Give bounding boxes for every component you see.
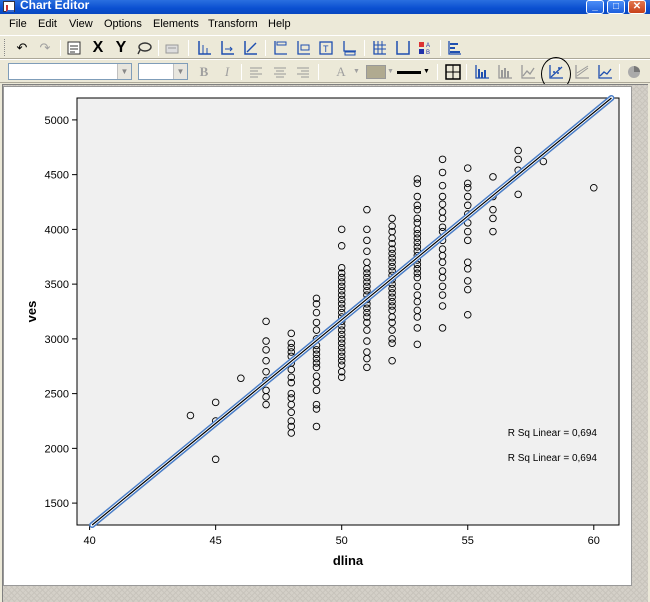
toolbar-separator <box>241 64 242 80</box>
scatter-chart[interactable]: 1500 2000 2500 3000 3500 4000 4500 5000 40 45 50 55… <box>4 87 633 587</box>
properties-icon[interactable] <box>64 39 84 57</box>
x-tick-label: 45 <box>210 535 222 547</box>
add-fit-line-subgroups-icon[interactable] <box>572 63 592 81</box>
chart-app-icon <box>3 1 15 12</box>
y-tick-label: 3500 <box>45 279 69 291</box>
chevron-down-icon[interactable]: ▼ <box>353 68 360 75</box>
histogram-icon[interactable] <box>495 63 515 81</box>
toolbar-separator <box>188 40 189 56</box>
x-axis-label: dlina <box>333 553 364 568</box>
add-annotation-icon[interactable] <box>293 39 313 57</box>
lasso-select-icon[interactable] <box>134 39 154 57</box>
svg-text:B: B <box>426 50 430 56</box>
chevron-down-icon[interactable]: ▼ <box>387 68 394 75</box>
line-chart-icon[interactable] <box>518 63 538 81</box>
y-tick-label: 2500 <box>45 389 69 401</box>
r-squared-annotation: R Sq Linear = 0,694 <box>508 428 598 439</box>
category-axis-icon[interactable] <box>217 39 237 57</box>
add-interpolation-line-icon[interactable] <box>595 63 615 81</box>
x-axis-button[interactable]: X <box>88 39 108 57</box>
close-button[interactable]: ✕ <box>628 0 646 14</box>
data-id-icon[interactable] <box>162 39 182 57</box>
menu-view[interactable]: View <box>69 18 93 30</box>
y-tick-label: 4000 <box>45 224 69 236</box>
italic-button[interactable]: I <box>217 63 237 81</box>
gridlines-icon[interactable] <box>369 39 389 57</box>
add-title-icon[interactable] <box>270 39 290 57</box>
pie-explode-icon[interactable] <box>624 63 644 81</box>
toolbar-separator <box>364 40 365 56</box>
toolbar-separator <box>318 64 319 80</box>
undo-icon[interactable]: ↶ <box>12 39 32 57</box>
align-right-icon[interactable] <box>293 63 313 81</box>
x-tick-label: 60 <box>588 535 600 547</box>
menu-edit[interactable]: Edit <box>38 18 57 30</box>
toolbar-separator <box>619 64 620 80</box>
window-title: Chart Editor <box>20 0 90 12</box>
title-bar: Chart Editor _ □ ✕ <box>0 0 650 14</box>
toolbar-separator <box>60 40 61 56</box>
bar-chart-icon[interactable] <box>472 63 492 81</box>
toolbar-separator <box>437 64 438 80</box>
x-tick-label: 40 <box>83 535 95 547</box>
y-axis-label: ves <box>24 301 39 323</box>
main-toolbar: ↶ ↷ X Y T AB <box>0 35 650 59</box>
align-center-icon[interactable] <box>270 63 290 81</box>
transpose-chart-icon[interactable] <box>444 39 464 57</box>
align-left-icon[interactable] <box>246 63 266 81</box>
add-footnote-icon[interactable] <box>339 39 359 57</box>
reference-line-icon[interactable] <box>392 39 412 57</box>
menu-elements[interactable]: Elements <box>153 18 199 30</box>
legend-icon[interactable]: AB <box>415 39 435 57</box>
menu-help[interactable]: Help <box>268 18 291 30</box>
toolbar-separator <box>265 40 266 56</box>
toolbar-separator <box>466 64 467 80</box>
y-tick-label: 3000 <box>45 334 69 346</box>
chart-canvas: 1500 2000 2500 3000 3500 4000 4500 5000 40 45 50 55… <box>3 86 632 586</box>
maximize-button[interactable]: □ <box>607 0 625 14</box>
svg-text:T: T <box>323 44 329 54</box>
add-textbox-icon[interactable]: T <box>316 39 336 57</box>
data-label-mode-icon[interactable] <box>443 63 463 81</box>
y-axis-button[interactable]: Y <box>111 39 131 57</box>
scatter-axis-icon[interactable] <box>240 39 260 57</box>
y-tick-label: 1500 <box>45 498 69 510</box>
menu-options[interactable]: Options <box>104 18 142 30</box>
x-tick-label: 55 <box>462 535 474 547</box>
redo-icon[interactable]: ↷ <box>35 39 55 57</box>
font-size-combo[interactable]: ▼ <box>138 63 188 80</box>
line-style-icon[interactable] <box>397 71 421 74</box>
menu-file[interactable]: File <box>9 18 27 30</box>
chevron-down-icon[interactable]: ▼ <box>423 68 430 75</box>
toolbar-separator <box>440 40 441 56</box>
y-tick-label: 2000 <box>45 443 69 455</box>
svg-text:A: A <box>426 43 430 49</box>
format-toolbar: ▼ ▼ B I A ▼ ▼ ▼ <box>0 57 650 91</box>
r-squared-annotation: R Sq Linear = 0,694 <box>508 453 598 464</box>
font-color-button[interactable]: A <box>331 63 351 81</box>
toolbar-separator <box>158 40 159 56</box>
scale-axis-icon[interactable] <box>194 39 214 57</box>
x-tick-label: 50 <box>336 535 348 547</box>
y-tick-label: 5000 <box>45 115 69 127</box>
chevron-down-icon[interactable]: ▼ <box>173 64 187 79</box>
menu-bar: File Edit View Options Elements Transfor… <box>0 15 650 34</box>
menu-transform[interactable]: Transform <box>208 18 258 30</box>
y-tick-label: 4500 <box>45 170 69 182</box>
minimize-button[interactable]: _ <box>586 0 604 14</box>
fill-color-swatch[interactable] <box>366 65 386 79</box>
font-family-combo[interactable]: ▼ <box>8 63 132 80</box>
chevron-down-icon[interactable]: ▼ <box>117 64 131 79</box>
bold-button[interactable]: B <box>194 63 214 81</box>
toolbar-grip[interactable] <box>4 39 7 56</box>
